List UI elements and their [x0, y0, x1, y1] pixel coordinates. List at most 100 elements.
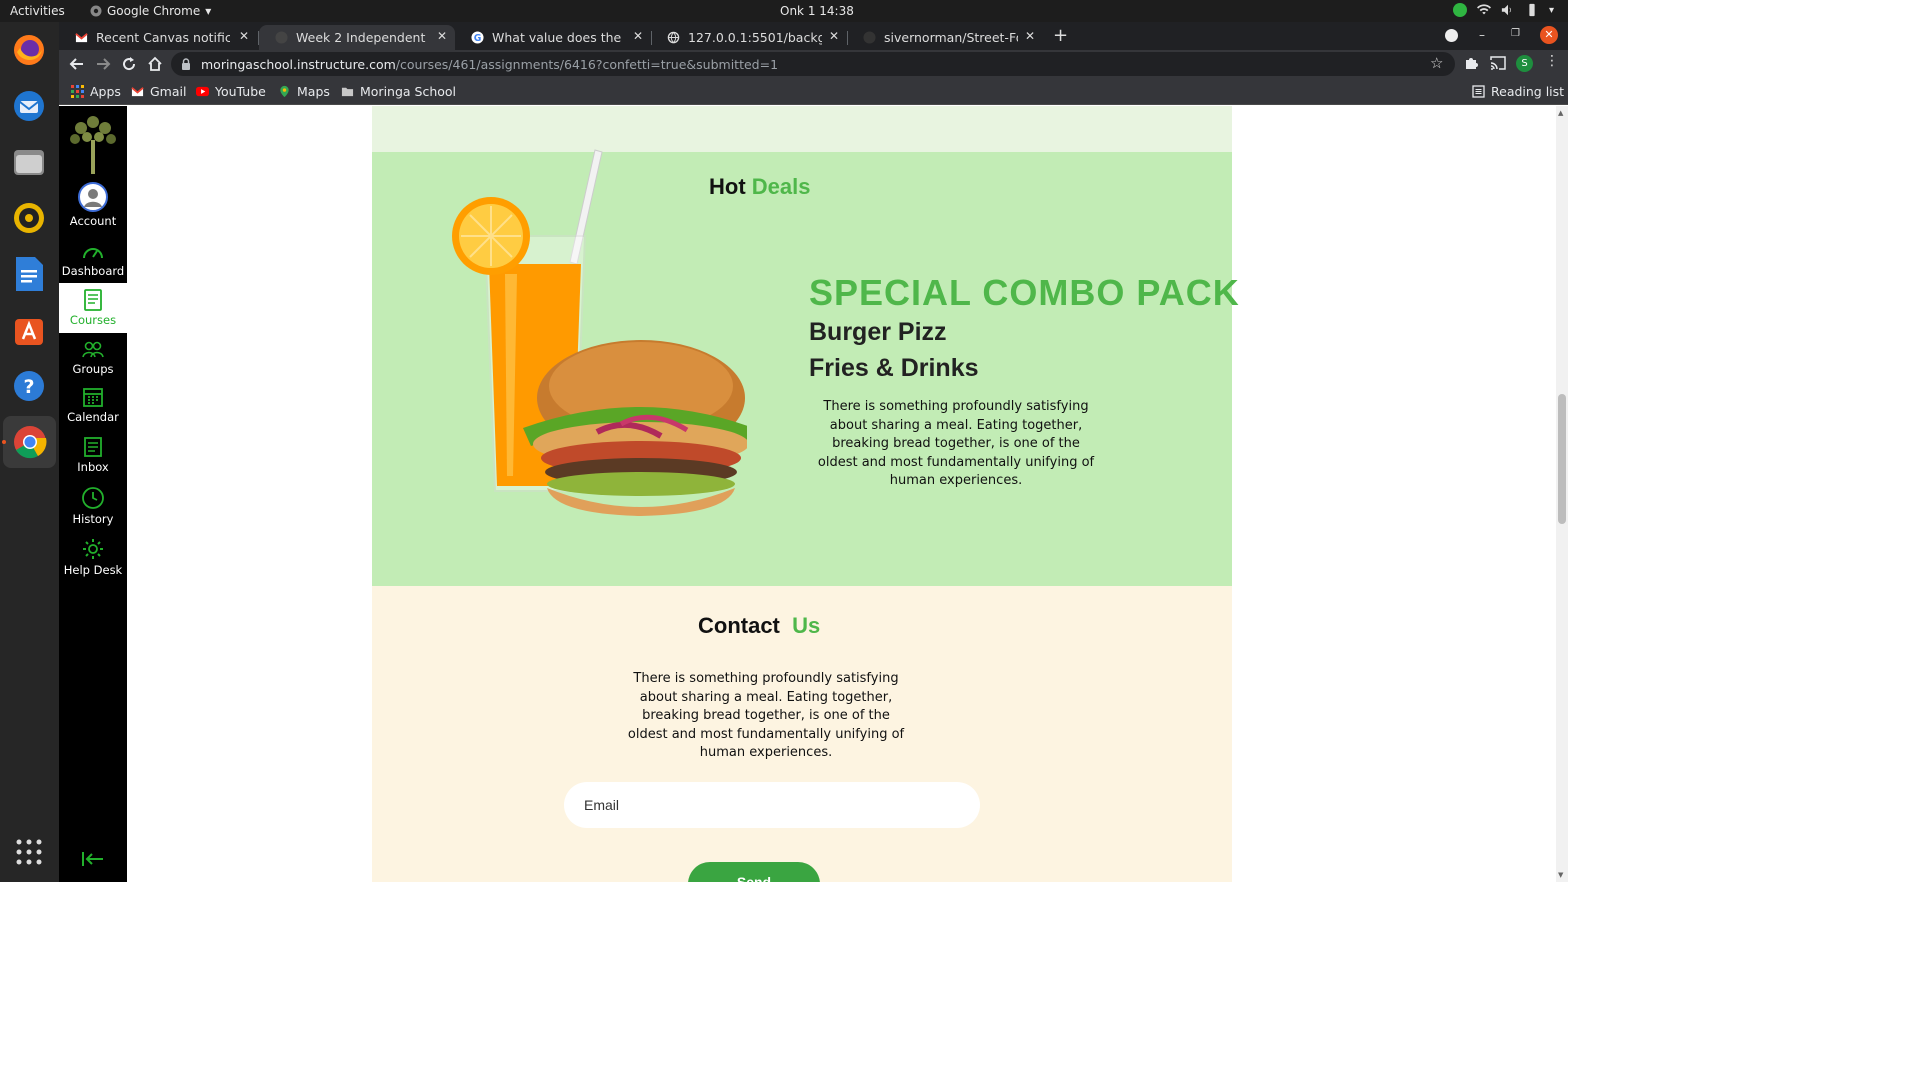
tab-title: Week 2 Independent Proj	[296, 30, 430, 45]
nav-inbox[interactable]: Inbox	[59, 436, 127, 474]
reload-icon[interactable]	[120, 55, 138, 73]
window-close-button[interactable]: ✕	[1540, 26, 1558, 44]
tab-title: 127.0.0.1:5501/backgroun	[688, 30, 822, 45]
chrome-dock-icon[interactable]	[3, 416, 56, 468]
show-applications-icon[interactable]	[9, 832, 49, 872]
thunderbird-icon[interactable]	[9, 86, 49, 126]
youtube-icon	[196, 86, 209, 97]
nav-label: Groups	[72, 362, 114, 376]
bookmark-label: YouTube	[215, 84, 266, 99]
address-bar[interactable]: moringaschool.instructure.com/courses/46…	[171, 52, 1455, 76]
lock-icon[interactable]	[181, 58, 191, 70]
nav-label: Calendar	[67, 410, 119, 424]
bookmark-apps[interactable]: Apps	[71, 84, 121, 99]
battery-icon	[1529, 3, 1535, 17]
volume-icon	[1501, 4, 1511, 16]
folder-icon	[341, 87, 354, 97]
svg-text:?: ?	[23, 376, 34, 398]
bookmark-star-icon[interactable]: ☆	[1430, 54, 1443, 72]
combo-heading: SPECIAL COMBO PACK	[809, 272, 1240, 313]
home-icon[interactable]	[146, 55, 164, 73]
firefox-icon[interactable]	[9, 30, 49, 70]
globe-icon	[667, 31, 680, 44]
update-ok-icon	[1452, 3, 1467, 17]
institution-logo[interactable]	[59, 110, 127, 178]
reading-list[interactable]: Reading list	[1472, 84, 1564, 99]
power-menu-icon: ▾	[1548, 4, 1554, 16]
bookmark-youtube[interactable]: YouTube	[196, 84, 266, 99]
cast-icon[interactable]	[1490, 56, 1506, 70]
close-tab-icon[interactable]: ✕	[239, 29, 249, 43]
new-tab-button[interactable]: +	[1053, 25, 1068, 46]
nav-label: Help Desk	[63, 563, 123, 577]
restore-button[interactable]: ❐	[1511, 28, 1520, 39]
nav-label: Account	[69, 214, 117, 228]
bookmark-gmail[interactable]: Gmail	[131, 84, 186, 99]
tab-canvas-notifications[interactable]: Recent Canvas notificatio ✕	[59, 25, 257, 50]
files-icon[interactable]	[9, 142, 49, 182]
tab-week2-project[interactable]: Week 2 Independent Proj ✕	[259, 25, 455, 50]
system-tray[interactable]: ▾	[1452, 3, 1554, 17]
nav-history[interactable]: History	[59, 486, 127, 526]
tab-search-icon[interactable]	[1445, 29, 1458, 42]
clock[interactable]: Onk 1 14:38	[780, 4, 854, 18]
forward-icon[interactable]	[94, 55, 112, 73]
close-tab-icon[interactable]: ✕	[1025, 29, 1035, 43]
close-tab-icon[interactable]: ✕	[829, 29, 839, 43]
chrome-menu-icon[interactable]: ⋮	[1545, 53, 1559, 69]
writer-icon[interactable]	[9, 254, 49, 294]
github-icon	[275, 31, 288, 44]
nav-label: Inbox	[77, 460, 109, 474]
reading-list-icon	[1472, 85, 1485, 98]
app-menu[interactable]: Google Chrome ▾	[90, 4, 211, 18]
collapse-nav-icon[interactable]	[81, 851, 105, 867]
bookmark-label: Gmail	[150, 84, 187, 99]
wifi-icon	[1476, 4, 1491, 15]
email-field[interactable]: Email	[564, 782, 980, 828]
close-tab-icon[interactable]: ✕	[437, 29, 447, 43]
courses-book-icon	[84, 289, 102, 311]
profile-avatar[interactable]: S	[1516, 55, 1533, 72]
bookmark-moringa[interactable]: Moringa School	[341, 84, 456, 99]
nav-help-desk[interactable]: Help Desk	[59, 537, 127, 577]
tab-google-search[interactable]: G What value does the back ✕	[455, 25, 651, 50]
app-name: Google Chrome	[107, 4, 201, 18]
bookmarks-bar: Apps Gmail YouTube Maps Moringa School R…	[59, 78, 1568, 105]
rhythmbox-icon[interactable]	[9, 198, 49, 238]
tree-logo-icon	[70, 116, 116, 174]
account-avatar-icon	[78, 182, 108, 212]
page-viewport: Hot Deals SPECIAL COMBO PACK Burger Pizz…	[127, 106, 1556, 882]
url-text: moringaschool.instructure.com/courses/46…	[201, 57, 779, 72]
tab-localhost[interactable]: 127.0.0.1:5501/backgroun ✕	[651, 25, 847, 50]
scrollbar-thumb[interactable]	[1558, 394, 1566, 524]
chrome-toolbar: moringaschool.instructure.com/courses/46…	[59, 50, 1568, 78]
close-tab-icon[interactable]: ✕	[633, 29, 643, 43]
page-scrollbar[interactable]: ▲ ▼	[1556, 106, 1568, 882]
canvas-global-nav: Account Dashboard Courses Groups Calenda…	[59, 106, 127, 882]
groups-icon	[82, 341, 104, 358]
running-indicator	[2, 440, 6, 444]
scroll-down-arrow-icon[interactable]: ▼	[1558, 871, 1563, 879]
tab-title: Recent Canvas notificatio	[96, 30, 230, 45]
tab-github-repo[interactable]: sivernorman/Street-Food ✕	[847, 25, 1043, 50]
scroll-up-arrow-icon[interactable]: ▲	[1558, 109, 1563, 117]
minimize-button[interactable]: –	[1479, 28, 1485, 42]
help-icon[interactable]: ?	[9, 366, 49, 406]
nav-account[interactable]: Account	[59, 182, 127, 228]
help-gear-icon	[83, 539, 103, 559]
google-icon: G	[471, 31, 484, 44]
bookmark-label: Maps	[297, 84, 330, 99]
nav-dashboard[interactable]: Dashboard	[59, 242, 127, 278]
send-button[interactable]: Send	[688, 862, 820, 882]
nav-courses[interactable]: Courses	[59, 283, 127, 333]
contact-section: Contact Us There is something profoundly…	[372, 586, 1232, 882]
nav-groups[interactable]: Groups	[59, 340, 127, 376]
nav-calendar[interactable]: Calendar	[59, 386, 127, 424]
back-icon[interactable]	[68, 55, 86, 73]
software-center-icon[interactable]	[9, 310, 49, 350]
bookmark-maps[interactable]: Maps	[278, 84, 330, 99]
extensions-icon[interactable]	[1464, 56, 1478, 70]
svg-text:G: G	[474, 33, 482, 44]
bookmark-label: Reading list	[1491, 84, 1565, 99]
activities-button[interactable]: Activities	[10, 4, 65, 18]
